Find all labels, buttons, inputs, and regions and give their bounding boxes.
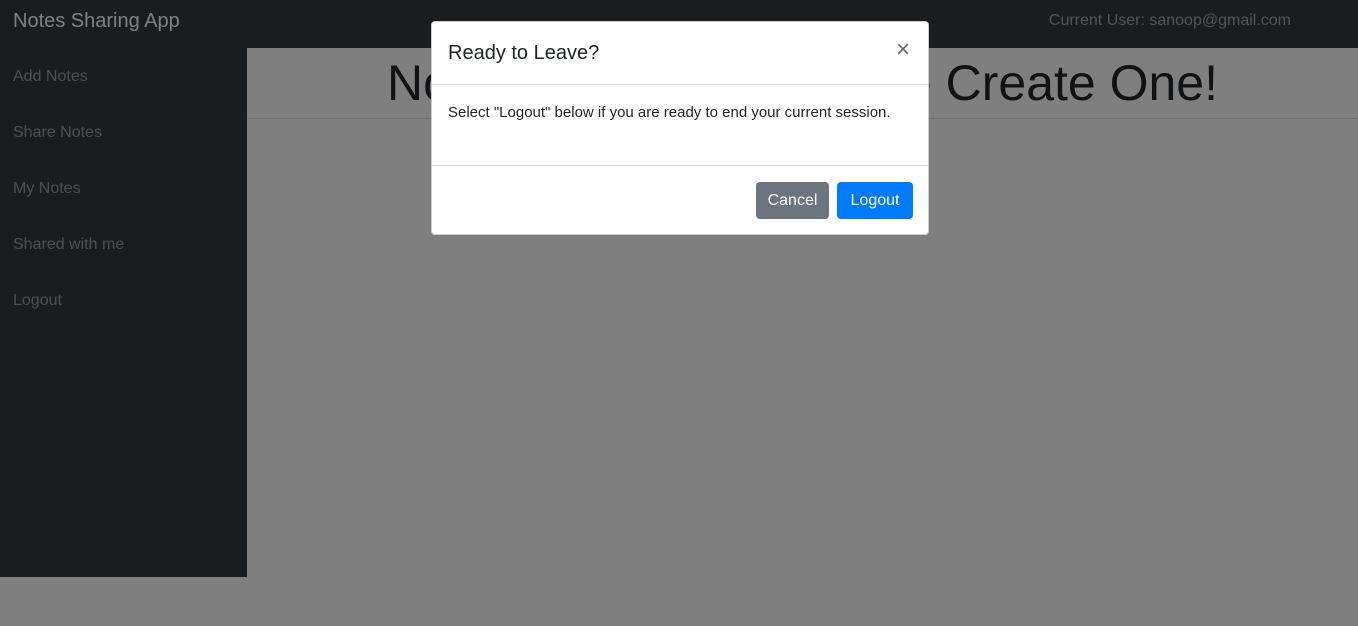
cancel-button[interactable]: Cancel: [756, 182, 829, 219]
modal-title: Ready to Leave?: [448, 42, 600, 64]
modal-body-text: Select "Logout" below if you are ready t…: [448, 104, 891, 121]
modal-header: Ready to Leave? ×: [432, 22, 928, 85]
modal-footer: Cancel Logout: [432, 165, 928, 235]
close-icon[interactable]: ×: [892, 38, 914, 62]
logout-modal: Ready to Leave? × Select "Logout" below …: [431, 21, 929, 235]
logout-button[interactable]: Logout: [837, 182, 913, 219]
app-page: Notes Sharing App Current User: sanoop@g…: [0, 0, 1358, 626]
